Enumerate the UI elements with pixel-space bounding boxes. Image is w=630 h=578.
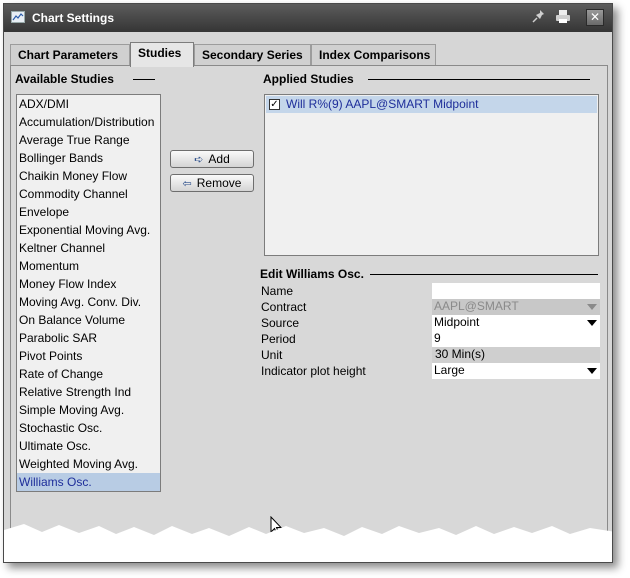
tab-chart-parameters[interactable]: Chart Parameters	[10, 44, 130, 66]
study-list-item[interactable]: Commodity Channel	[17, 185, 160, 203]
tab-secondary-series[interactable]: Secondary Series	[194, 44, 311, 66]
source-label: Source	[261, 316, 300, 330]
contract-label: Contract	[261, 300, 307, 314]
study-list-item[interactable]: Ultimate Osc.	[17, 437, 160, 455]
study-list-item[interactable]: Relative Strength Ind	[17, 383, 160, 401]
available-studies-divider	[133, 79, 155, 80]
study-list-item[interactable]: Pivot Points	[17, 347, 160, 365]
arrow-left-icon: ⇦	[182, 178, 192, 190]
print-icon[interactable]	[554, 9, 572, 26]
study-list-item[interactable]: Williams Osc.	[17, 473, 160, 491]
tab-index-comparisons[interactable]: Index Comparisons	[311, 44, 436, 66]
applied-study-row[interactable]: ✓ Will R%(9) AAPL@SMART Midpoint	[266, 96, 597, 113]
study-list-item[interactable]: Accumulation/Distribution	[17, 113, 160, 131]
chart-settings-window: Chart Settings ✕ Chart Parameters Studie…	[3, 3, 613, 563]
name-label: Name	[261, 284, 294, 298]
add-button[interactable]: ➪ Add	[170, 150, 254, 168]
contract-select: AAPL@SMART	[432, 299, 600, 315]
edit-study-title: Edit Williams Osc.	[260, 267, 364, 281]
source-select[interactable]: Midpoint	[432, 315, 600, 331]
period-label: Period	[261, 332, 296, 346]
unit-label: Unit	[261, 348, 283, 362]
study-list-item[interactable]: ADX/DMI	[17, 95, 160, 113]
applied-studies-list[interactable]: ✓ Will R%(9) AAPL@SMART Midpoint	[264, 94, 599, 256]
remove-button-label: Remove	[196, 176, 242, 190]
study-list-item[interactable]: Envelope	[17, 203, 160, 221]
unit-field[interactable]: 30 Min(s)	[432, 347, 600, 363]
applied-studies-title: Applied Studies	[263, 72, 354, 86]
arrow-right-icon: ➪	[194, 154, 204, 166]
applied-studies-divider	[368, 79, 590, 80]
available-studies-list[interactable]: ADX/DMI Accumulation/Distribution Average …	[16, 94, 161, 492]
source-value: Midpoint	[434, 315, 480, 329]
chevron-down-icon	[587, 304, 597, 310]
study-list-item[interactable]: Simple Moving Avg.	[17, 401, 160, 419]
study-list-item[interactable]: Money Flow Index	[17, 275, 160, 293]
chart-app-icon	[11, 11, 25, 23]
study-list-item[interactable]: Chaikin Money Flow	[17, 167, 160, 185]
period-input[interactable]: 9	[432, 331, 600, 347]
study-list-item[interactable]: Stochastic Osc.	[17, 419, 160, 437]
applied-study-label: Will R%(9) AAPL@SMART Midpoint	[286, 97, 479, 111]
study-list-item[interactable]: On Balance Volume	[17, 311, 160, 329]
study-list-item[interactable]: Moving Avg. Conv. Div.	[17, 293, 160, 311]
available-studies-title: Available Studies	[15, 72, 114, 86]
study-list-item[interactable]: Rate of Change	[17, 365, 160, 383]
tab-studies[interactable]: Studies	[130, 42, 194, 67]
close-button[interactable]: ✕	[586, 9, 604, 26]
plot-height-value: Large	[434, 363, 465, 377]
study-list-item[interactable]: Exponential Moving Avg.	[17, 221, 160, 239]
close-icon: ✕	[589, 10, 601, 24]
torn-edge	[4, 524, 612, 562]
edit-study-divider	[370, 274, 598, 275]
name-input[interactable]	[432, 283, 600, 299]
study-list-item[interactable]: Momentum	[17, 257, 160, 275]
add-button-label: Add	[208, 152, 230, 166]
title-bar[interactable]: Chart Settings ✕	[4, 4, 612, 32]
studies-panel: Available Studies ADX/DMI Accumulation/Di…	[10, 65, 608, 555]
chevron-down-icon	[587, 368, 597, 374]
study-list-item[interactable]: Keltner Channel	[17, 239, 160, 257]
study-list-item[interactable]: Parabolic SAR	[17, 329, 160, 347]
pin-icon[interactable]	[530, 9, 548, 26]
remove-button[interactable]: ⇦ Remove	[170, 174, 254, 192]
chevron-down-icon	[587, 320, 597, 326]
study-list-item[interactable]: Bollinger Bands	[17, 149, 160, 167]
plot-height-label: Indicator plot height	[261, 364, 366, 378]
study-list-item[interactable]: Weighted Moving Avg.	[17, 455, 160, 473]
study-list-item[interactable]: Average True Range	[17, 131, 160, 149]
window-title: Chart Settings	[32, 11, 115, 25]
plot-height-select[interactable]: Large	[432, 363, 600, 379]
contract-value: AAPL@SMART	[434, 299, 519, 313]
applied-study-checkbox[interactable]: ✓	[269, 99, 280, 110]
